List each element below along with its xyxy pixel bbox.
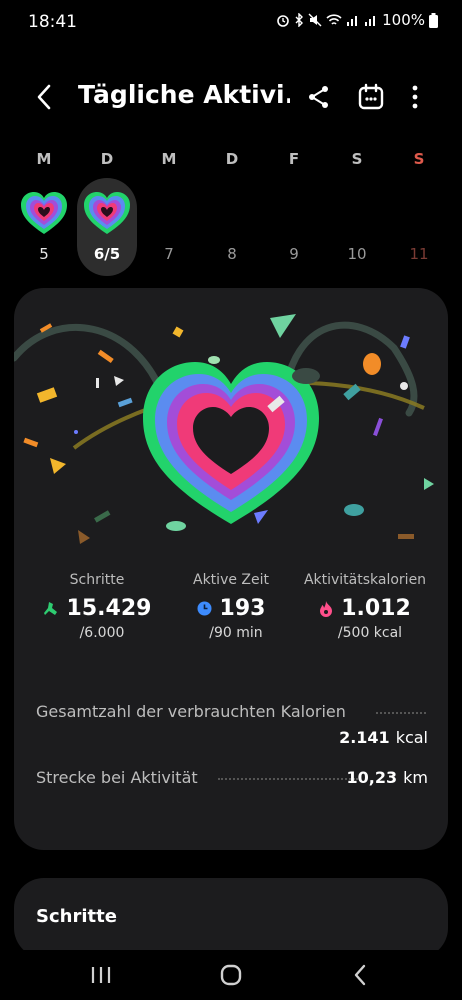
stat-label: Aktivitätskalorien [303,572,427,588]
stat-active-calories[interactable]: Aktivitätskalorien 1.012 /500 kcal [290,572,440,641]
shoe-icon [43,601,57,615]
day-label: D [100,150,114,168]
page-title: Tägliche Aktivi... [78,80,290,109]
navigation-bar [0,950,462,1000]
bluetooth-icon [295,13,304,27]
day-number[interactable]: 7 [149,245,189,263]
activity-card: Schritte 15.429 /6.000 Aktive Zeit 193 /… [14,288,448,850]
day-number[interactable]: 9 [274,245,314,263]
status-icons: 100% [276,11,438,29]
signal-icon [347,16,358,26]
stat-goal: /500 kcal [337,625,403,641]
stat-label: Schritte [69,572,125,588]
steps-card-title: Schritte [36,906,117,927]
distance-value: 10,23 km [347,768,428,787]
distance-number: 10,23 [346,768,398,787]
day-label: F [288,150,300,168]
clock-icon [197,601,212,616]
flame-icon [320,601,333,617]
day-number[interactable]: 10 [337,245,377,263]
alarm-icon [277,15,289,27]
dotted-leader [376,712,426,714]
back-arrow-icon[interactable] [30,82,60,112]
day-label: S [351,150,363,168]
wifi-icon [326,14,342,25]
signal-icon [365,16,376,26]
stat-goal: /6.000 [79,625,125,641]
day-label: M [161,150,177,168]
share-icon[interactable] [304,82,334,112]
calendar-icon[interactable] [356,82,386,112]
day-label: M [36,150,52,168]
stat-label: Aktive Zeit [193,572,269,588]
day-number-selected[interactable]: 6/5 [87,245,127,263]
day-number[interactable]: 5 [24,245,64,263]
total-calories-label: Gesamtzahl der verbrauchten Kalorien [36,702,346,721]
stat-value: 193 [219,596,266,621]
total-calories-value: 2.141 kcal [339,728,428,747]
dotted-leader [218,778,358,780]
stat-active-time[interactable]: Aktive Zeit 193 /90 min [156,572,306,641]
steps-card[interactable]: Schritte [14,878,448,958]
total-calories-unit: kcal [395,728,428,747]
home-icon[interactable] [216,960,246,990]
distance-row: Strecke bei Aktivität 10,23 km [36,768,428,794]
total-calories-number: 2.141 [339,728,390,747]
day-label: D [225,150,239,168]
back-nav-icon[interactable] [346,960,376,990]
status-time: 18:41 [28,12,77,32]
heart-rings-icon[interactable] [19,190,69,238]
stat-goal: /90 min [209,625,263,641]
battery-percent: 100% [382,11,425,29]
activity-heart-celebration [14,314,434,544]
day-number[interactable]: 11 [399,245,439,263]
stat-steps[interactable]: Schritte 15.429 /6.000 [22,572,172,641]
day-label: S [413,150,425,168]
status-bar: 18:41 100% [0,0,462,44]
heart-rings-icon[interactable] [82,190,132,238]
stat-value: 1.012 [341,596,411,621]
distance-unit: km [403,768,428,787]
app-header: Tägliche Aktivi... [0,70,462,126]
stat-value: 15.429 [66,596,152,621]
day-number[interactable]: 8 [212,245,252,263]
recents-icon[interactable] [86,960,116,990]
battery-icon [429,12,438,28]
total-calories-row: Gesamtzahl der verbrauchten Kalorien 2.1… [36,702,428,752]
mute-icon [308,13,322,27]
more-vert-icon[interactable] [400,82,430,112]
